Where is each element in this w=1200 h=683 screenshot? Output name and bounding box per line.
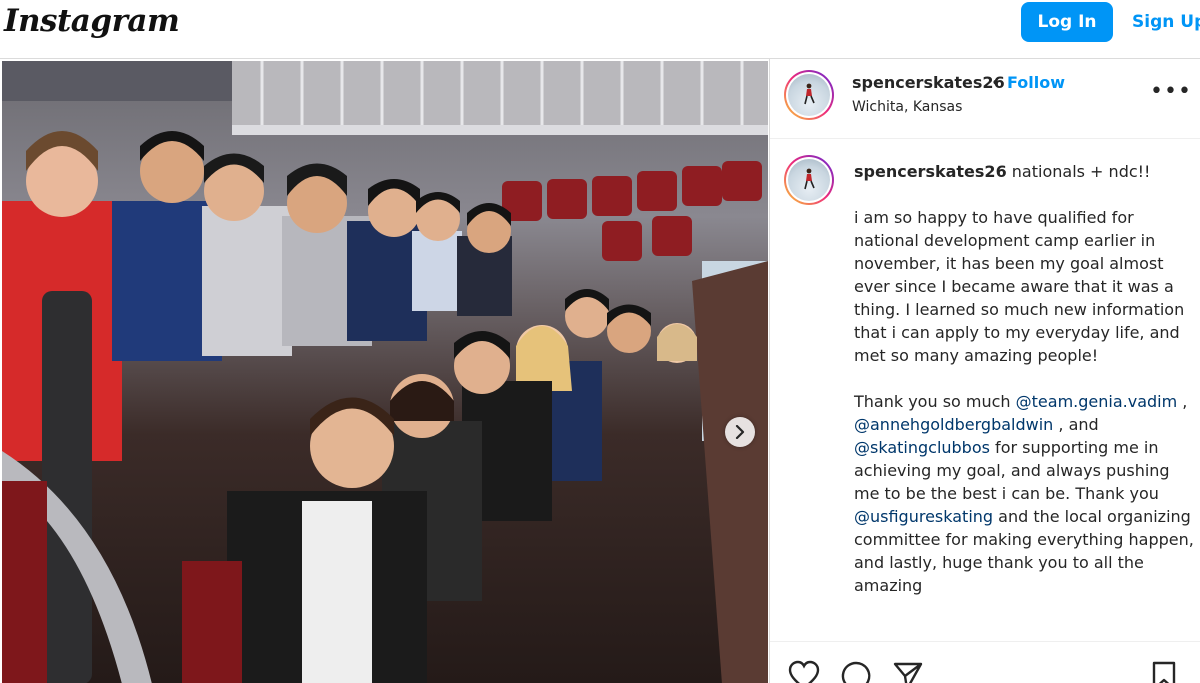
- caption-text: , and: [1053, 415, 1099, 434]
- bookmark-icon[interactable]: [1148, 660, 1180, 683]
- post-username[interactable]: spencerskates26: [852, 73, 1005, 92]
- next-photo-button[interactable]: [725, 417, 755, 447]
- instagram-logo[interactable]: Instagram: [4, 3, 180, 39]
- skater-avatar-icon: [804, 168, 815, 190]
- skater-avatar-icon: [804, 83, 815, 105]
- mention-link[interactable]: @usfigureskating: [854, 507, 993, 526]
- post-caption: spencerskates26 nationals + ndc!! i am s…: [854, 160, 1194, 597]
- chevron-right-icon: [735, 425, 745, 439]
- post-location[interactable]: Wichita, Kansas: [852, 99, 962, 115]
- post-container: spencerskates26 • Follow Wichita, Kansas…: [0, 58, 1200, 683]
- signup-button[interactable]: Sign Up: [1126, 2, 1200, 42]
- mention-link[interactable]: @team.genia.vadim: [1016, 392, 1178, 411]
- separator-dot: •: [991, 73, 1001, 92]
- follow-button[interactable]: Follow: [1007, 73, 1065, 92]
- group-photo-image: [2, 61, 768, 683]
- comment-icon[interactable]: [840, 660, 872, 683]
- more-options-button[interactable]: •••: [1150, 79, 1192, 104]
- post-actions-bar: [770, 641, 1200, 683]
- send-icon[interactable]: [892, 660, 924, 683]
- heart-icon[interactable]: [788, 660, 820, 683]
- top-bar: Instagram Log In Sign Up: [0, 0, 1200, 58]
- post-photo[interactable]: [2, 61, 768, 683]
- caption-avatar[interactable]: [784, 155, 834, 205]
- caption-username[interactable]: spencerskates26: [854, 162, 1007, 181]
- caption-thanks-text: Thank you so much: [854, 392, 1016, 411]
- caption-text: ,: [1177, 392, 1188, 411]
- caption-first-line: nationals + ndc!!: [1006, 162, 1151, 181]
- mention-link[interactable]: @skatingclubbos: [854, 438, 990, 457]
- post-sidebar: spencerskates26 • Follow Wichita, Kansas…: [769, 59, 1200, 683]
- avatar[interactable]: [784, 70, 834, 120]
- login-button[interactable]: Log In: [1021, 2, 1113, 42]
- post-header: spencerskates26 • Follow Wichita, Kansas…: [770, 59, 1200, 139]
- mention-link[interactable]: @annehgoldbergbaldwin: [854, 415, 1053, 434]
- caption-paragraph: i am so happy to have qualified for nati…: [854, 208, 1185, 365]
